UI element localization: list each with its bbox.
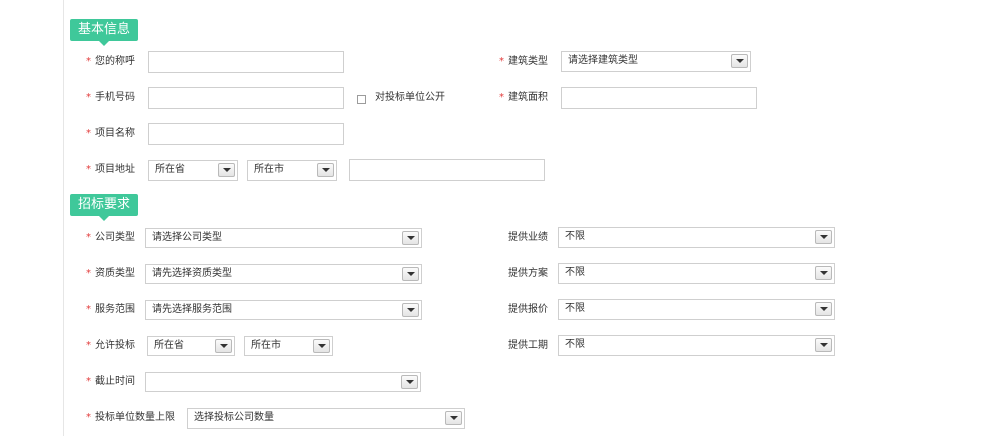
- chevron-down-icon[interactable]: [313, 339, 330, 353]
- chevron-down-icon[interactable]: [731, 54, 748, 68]
- provide-plan-select[interactable]: 不限: [558, 263, 835, 284]
- provide-quote-label: 提供报价: [508, 304, 548, 315]
- section-title-requirements: 招标要求: [78, 197, 131, 212]
- required-mark: *: [86, 376, 91, 387]
- phone-label: * 手机号码: [86, 92, 135, 103]
- required-mark: *: [86, 268, 91, 279]
- company-type-select[interactable]: 请选择公司类型: [145, 228, 422, 248]
- provide-period-select[interactable]: 不限: [558, 335, 835, 356]
- provide-plan-value: 不限: [565, 267, 585, 278]
- company-type-select-value: 请选择公司类型: [152, 232, 222, 243]
- service-scope-label: * 服务范围: [86, 304, 135, 315]
- chevron-down-icon[interactable]: [218, 163, 235, 177]
- provide-performance-select[interactable]: 不限: [558, 227, 835, 248]
- provide-performance-label: 提供业绩: [508, 232, 548, 243]
- section-title-basic-info: 基本信息: [78, 22, 131, 37]
- nickname-label: * 您的称呼: [86, 56, 135, 67]
- project-address-label: * 项目地址: [86, 164, 135, 175]
- chevron-down-icon[interactable]: [402, 267, 419, 281]
- deadline-label: * 截止时间: [86, 376, 135, 387]
- left-divider-line: [63, 0, 64, 436]
- required-mark: *: [499, 92, 504, 103]
- public-to-bidders-label: 对投标单位公开: [375, 92, 445, 103]
- building-area-label: * 建筑面积: [499, 92, 548, 103]
- building-type-select-value: 请选择建筑类型: [568, 55, 638, 66]
- qualification-type-select-value: 请先选择资质类型: [152, 268, 232, 279]
- address-detail-input[interactable]: [349, 159, 545, 181]
- provide-period-label: 提供工期: [508, 340, 548, 351]
- building-area-input[interactable]: [561, 87, 757, 109]
- required-mark: *: [86, 128, 91, 139]
- qualification-type-label: * 资质类型: [86, 268, 135, 279]
- chevron-down-icon[interactable]: [815, 338, 832, 352]
- bidder-limit-label: * 投标单位数量上限: [86, 412, 175, 423]
- chevron-down-icon[interactable]: [445, 411, 462, 425]
- project-name-input[interactable]: [148, 123, 344, 145]
- address-city-select[interactable]: 所在市: [247, 160, 337, 181]
- bidder-limit-select-value: 选择投标公司数量: [194, 412, 274, 423]
- building-type-label: * 建筑类型: [499, 56, 548, 67]
- required-mark: *: [499, 56, 504, 67]
- building-type-select[interactable]: 请选择建筑类型: [561, 51, 751, 72]
- public-to-bidders-checkbox[interactable]: [357, 95, 366, 104]
- phone-input[interactable]: [148, 87, 344, 109]
- allowed-bid-province-value: 所在省: [154, 340, 184, 351]
- chevron-down-icon[interactable]: [402, 303, 419, 317]
- provide-performance-value: 不限: [565, 231, 585, 242]
- allowed-bid-city-select[interactable]: 所在市: [244, 336, 333, 356]
- provide-period-value: 不限: [565, 339, 585, 350]
- address-province-value: 所在省: [155, 164, 185, 175]
- address-province-select[interactable]: 所在省: [148, 160, 238, 181]
- chevron-down-icon[interactable]: [402, 231, 419, 245]
- section-badge-requirements: 招标要求: [70, 194, 139, 221]
- required-mark: *: [86, 232, 91, 243]
- chevron-down-icon[interactable]: [215, 339, 232, 353]
- allowed-bid-label: * 允许投标: [86, 340, 135, 351]
- required-mark: *: [86, 412, 91, 423]
- required-mark: *: [86, 92, 91, 103]
- provide-quote-value: 不限: [565, 303, 585, 314]
- chevron-down-icon[interactable]: [317, 163, 334, 177]
- section-badge-basic-info: 基本信息: [70, 19, 139, 46]
- required-mark: *: [86, 304, 91, 315]
- required-mark: *: [86, 340, 91, 351]
- address-city-value: 所在市: [254, 164, 284, 175]
- company-type-label: * 公司类型: [86, 232, 135, 243]
- provide-quote-select[interactable]: 不限: [558, 299, 835, 320]
- project-name-label: * 项目名称: [86, 128, 135, 139]
- provide-plan-label: 提供方案: [508, 268, 548, 279]
- nickname-input[interactable]: [148, 51, 344, 73]
- deadline-picker[interactable]: [145, 372, 421, 392]
- allowed-bid-city-value: 所在市: [251, 340, 281, 351]
- chevron-down-icon[interactable]: [815, 302, 832, 316]
- chevron-down-icon[interactable]: [401, 375, 418, 389]
- required-mark: *: [86, 56, 91, 67]
- bidder-limit-select[interactable]: 选择投标公司数量: [187, 408, 465, 429]
- qualification-type-select[interactable]: 请先选择资质类型: [145, 264, 422, 284]
- chevron-down-icon[interactable]: [815, 230, 832, 244]
- allowed-bid-province-select[interactable]: 所在省: [147, 336, 235, 356]
- chevron-down-icon[interactable]: [815, 266, 832, 280]
- service-scope-select[interactable]: 请先选择服务范围: [145, 300, 422, 320]
- service-scope-select-value: 请先选择服务范围: [152, 304, 232, 315]
- required-mark: *: [86, 164, 91, 175]
